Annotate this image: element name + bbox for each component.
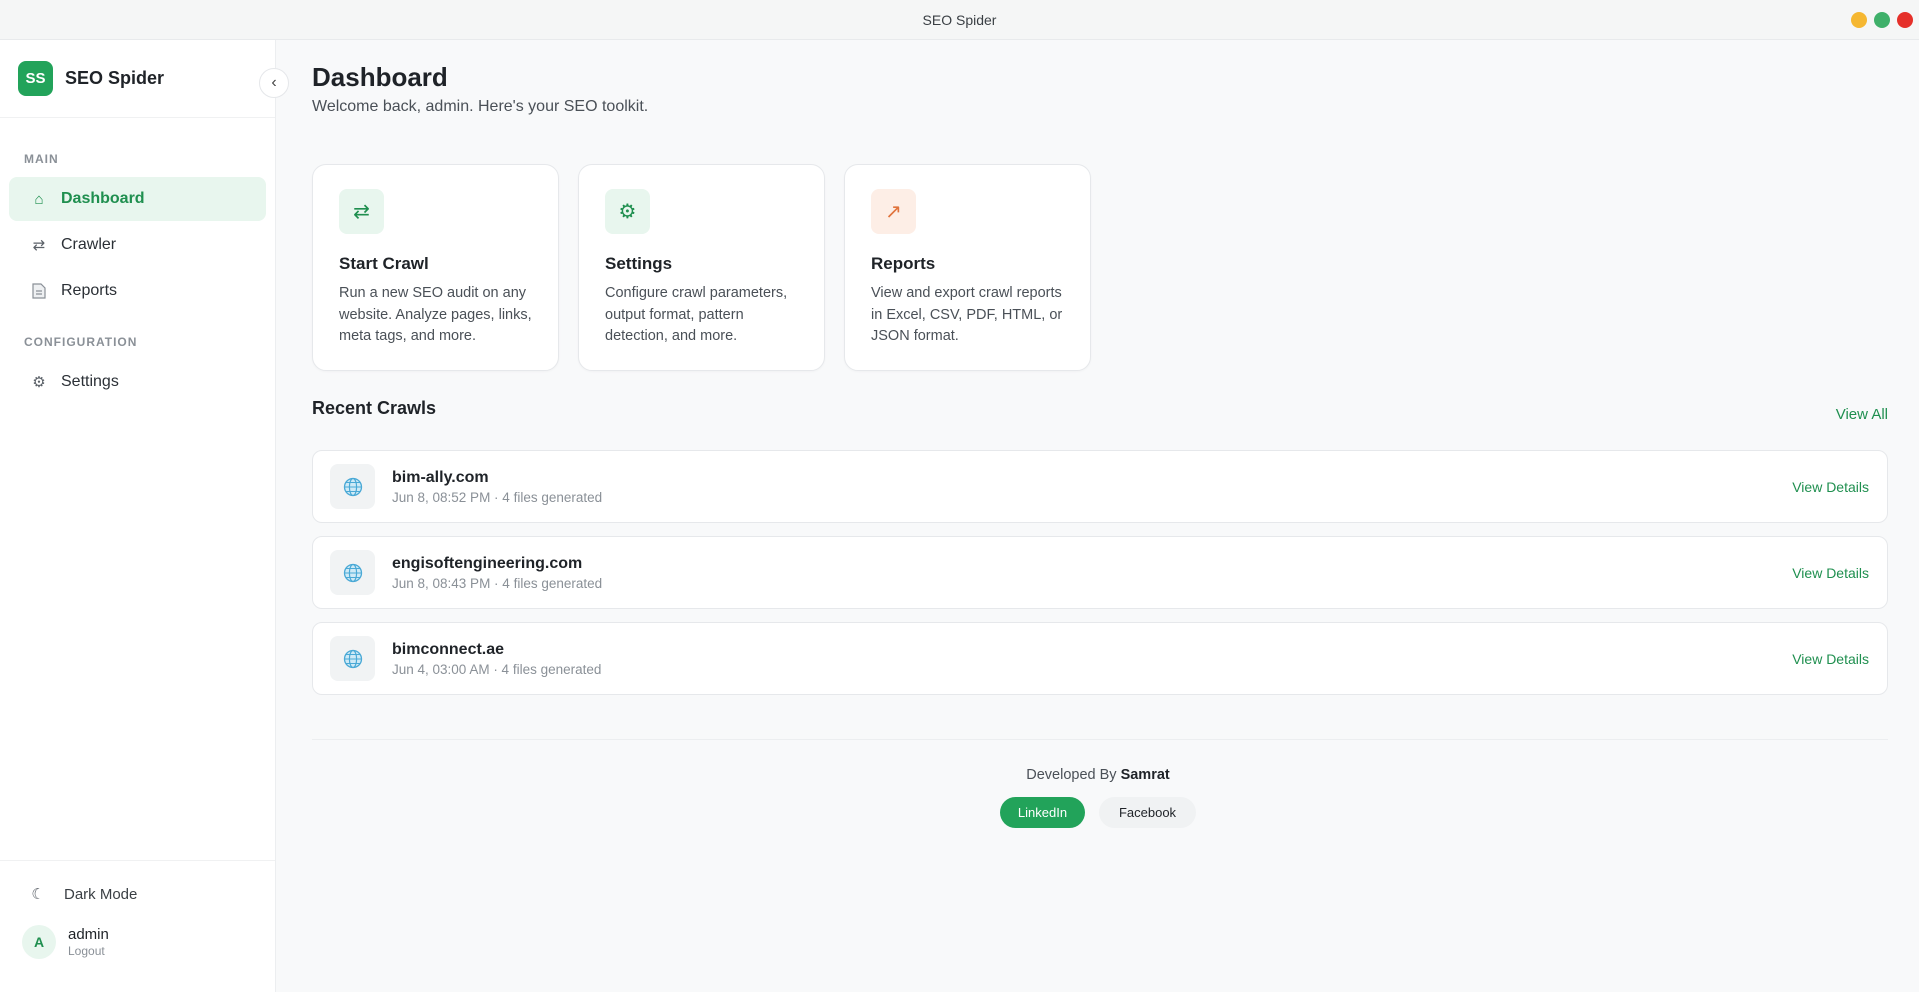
view-details-link[interactable]: View Details	[1792, 651, 1869, 667]
view-details-link[interactable]: View Details	[1792, 565, 1869, 581]
trend-arrow-icon: ↗	[871, 189, 916, 234]
sidebar: SS SEO Spider ‹ MAIN ⌂ Dashboard ⇄ Crawl…	[0, 40, 289, 992]
developed-by-label: Developed By	[1026, 767, 1121, 783]
sidebar-item-crawler[interactable]: ⇄ Crawler	[9, 223, 266, 267]
card-title: Settings	[605, 254, 673, 273]
crawl-domain: bimconnect.ae	[392, 640, 505, 658]
crawl-domain: bim-ally.com	[392, 468, 489, 486]
crawl-meta: Jun 4, 03:00 AM · 4 files generated	[392, 661, 602, 677]
crawl-info: bim-ally.com Jun 8, 08:52 PM · 4 files g…	[392, 469, 602, 505]
maximize-button[interactable]	[1874, 12, 1890, 28]
card-description: Run a new SEO audit on any website. Anal…	[339, 285, 532, 344]
sidebar-item-label: Settings	[61, 373, 119, 390]
crawl-info: engisoftengineering.com Jun 8, 08:43 PM …	[392, 555, 602, 591]
document-icon	[27, 283, 51, 299]
quick-action-cards: ⇄ Start Crawl Run a new SEO audit on any…	[312, 164, 1091, 371]
gear-icon: ⚙	[605, 189, 650, 234]
card-reports[interactable]: ↗ Reports View and export crawl reports …	[844, 164, 1091, 371]
card-title: Start Crawl	[339, 254, 429, 273]
list-item[interactable]: bimconnect.ae Jun 4, 03:00 AM · 4 files …	[312, 622, 1888, 695]
chevron-left-icon: ‹	[271, 74, 277, 91]
title-bar: SEO Spider	[0, 0, 1919, 40]
card-title: Reports	[871, 254, 936, 273]
swap-icon: ⇄	[339, 189, 384, 234]
card-settings[interactable]: ⚙ Settings Configure crawl parameters, o…	[578, 164, 825, 371]
avatar: A	[22, 925, 56, 959]
recent-crawls-title: Recent Crawls	[312, 398, 437, 418]
gear-icon: ⚙	[32, 374, 46, 391]
dark-mode-label: Dark Mode	[64, 885, 138, 903]
user-name: admin	[68, 926, 109, 943]
window-title: SEO Spider	[922, 11, 997, 28]
view-all-link[interactable]: View All	[1836, 406, 1888, 423]
list-item[interactable]: engisoftengineering.com Jun 8, 08:43 PM …	[312, 536, 1888, 609]
app-name: SEO Spider	[65, 68, 165, 88]
developer-name: Samrat	[1120, 767, 1170, 783]
card-description: View and export crawl reports in Excel, …	[871, 285, 1063, 344]
section-label-main: MAIN	[24, 152, 59, 166]
brand: SS SEO Spider ‹	[0, 40, 289, 118]
card-start-crawl[interactable]: ⇄ Start Crawl Run a new SEO audit on any…	[312, 164, 559, 371]
sidebar-item-reports[interactable]: Reports	[9, 269, 266, 313]
app-logo: SS	[18, 61, 53, 96]
home-icon: ⌂	[34, 190, 44, 208]
sidebar-item-label: Dashboard	[61, 190, 145, 207]
swap-icon: ⇄	[32, 237, 46, 254]
list-item[interactable]: bim-ally.com Jun 8, 08:52 PM · 4 files g…	[312, 450, 1888, 523]
globe-icon	[330, 464, 375, 509]
page-title: Dashboard	[312, 62, 448, 92]
sidebar-footer: ☾ Dark Mode A admin Logout	[0, 860, 275, 992]
sidebar-item-label: Crawler	[61, 236, 117, 253]
user-profile: A admin Logout	[0, 925, 275, 959]
footer-credit: Developed By Samrat	[277, 767, 1919, 783]
globe-icon	[330, 636, 375, 681]
close-button[interactable]	[1897, 12, 1913, 28]
crawl-meta: Jun 8, 08:43 PM · 4 files generated	[392, 575, 603, 591]
sidebar-item-settings[interactable]: ⚙ Settings	[9, 360, 266, 404]
logout-link[interactable]: Logout	[68, 944, 109, 958]
linkedin-button[interactable]: LinkedIn	[1000, 797, 1085, 828]
page-subtitle: Welcome back, admin. Here's your SEO too…	[312, 98, 649, 115]
crawl-domain: engisoftengineering.com	[392, 554, 583, 572]
recent-crawls-list: bim-ally.com Jun 8, 08:52 PM · 4 files g…	[312, 450, 1888, 708]
card-description: Configure crawl parameters, output forma…	[605, 285, 788, 344]
footer-divider	[312, 739, 1888, 740]
facebook-button[interactable]: Facebook	[1099, 797, 1196, 828]
collapse-sidebar-button[interactable]: ‹	[259, 68, 289, 98]
crawl-info: bimconnect.ae Jun 4, 03:00 AM · 4 files …	[392, 641, 601, 677]
minimize-button[interactable]	[1851, 12, 1867, 28]
globe-icon	[330, 550, 375, 595]
dark-mode-toggle[interactable]: ☾ Dark Mode	[0, 885, 275, 904]
window-controls	[1851, 12, 1913, 28]
main-content: Dashboard Welcome back, admin. Here's yo…	[277, 40, 1919, 992]
section-label-configuration: CONFIGURATION	[24, 335, 138, 349]
sidebar-item-dashboard[interactable]: ⌂ Dashboard	[9, 177, 266, 221]
moon-icon: ☾	[31, 886, 45, 903]
sidebar-item-label: Reports	[61, 282, 118, 299]
user-meta: admin Logout	[68, 926, 109, 958]
crawl-meta: Jun 8, 08:52 PM · 4 files generated	[392, 489, 603, 505]
footer-links: LinkedIn Facebook	[277, 797, 1919, 828]
view-details-link[interactable]: View Details	[1792, 479, 1869, 495]
